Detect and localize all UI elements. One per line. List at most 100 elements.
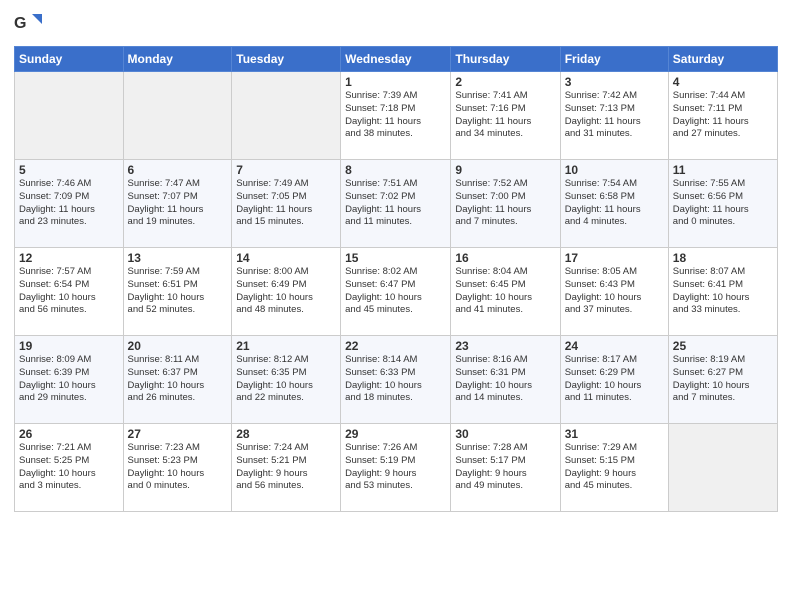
calendar-week-row: 12Sunrise: 7:57 AM Sunset: 6:54 PM Dayli… xyxy=(15,248,778,336)
calendar-day-cell: 8Sunrise: 7:51 AM Sunset: 7:02 PM Daylig… xyxy=(341,160,451,248)
day-info: Sunrise: 7:57 AM Sunset: 6:54 PM Dayligh… xyxy=(19,266,119,317)
calendar-day-cell: 23Sunrise: 8:16 AM Sunset: 6:31 PM Dayli… xyxy=(451,336,560,424)
calendar-week-row: 19Sunrise: 8:09 AM Sunset: 6:39 PM Dayli… xyxy=(15,336,778,424)
day-info: Sunrise: 8:04 AM Sunset: 6:45 PM Dayligh… xyxy=(455,266,555,317)
calendar-day-cell xyxy=(668,424,777,512)
calendar-day-header: Saturday xyxy=(668,47,777,72)
logo-icon: G xyxy=(14,10,42,38)
calendar-day-header: Monday xyxy=(123,47,232,72)
calendar-day-cell: 4Sunrise: 7:44 AM Sunset: 7:11 PM Daylig… xyxy=(668,72,777,160)
day-number: 5 xyxy=(19,163,119,177)
calendar-day-header: Sunday xyxy=(15,47,124,72)
day-info: Sunrise: 7:41 AM Sunset: 7:16 PM Dayligh… xyxy=(455,90,555,141)
day-number: 13 xyxy=(128,251,228,265)
day-number: 27 xyxy=(128,427,228,441)
day-number: 29 xyxy=(345,427,446,441)
day-number: 15 xyxy=(345,251,446,265)
calendar-day-cell: 18Sunrise: 8:07 AM Sunset: 6:41 PM Dayli… xyxy=(668,248,777,336)
day-info: Sunrise: 7:26 AM Sunset: 5:19 PM Dayligh… xyxy=(345,442,446,493)
day-number: 8 xyxy=(345,163,446,177)
calendar-table: SundayMondayTuesdayWednesdayThursdayFrid… xyxy=(14,46,778,512)
calendar-day-cell: 5Sunrise: 7:46 AM Sunset: 7:09 PM Daylig… xyxy=(15,160,124,248)
day-info: Sunrise: 8:14 AM Sunset: 6:33 PM Dayligh… xyxy=(345,354,446,405)
svg-text:G: G xyxy=(14,15,26,32)
day-number: 12 xyxy=(19,251,119,265)
day-number: 25 xyxy=(673,339,773,353)
day-info: Sunrise: 7:46 AM Sunset: 7:09 PM Dayligh… xyxy=(19,178,119,229)
calendar-day-cell: 10Sunrise: 7:54 AM Sunset: 6:58 PM Dayli… xyxy=(560,160,668,248)
calendar-day-header: Wednesday xyxy=(341,47,451,72)
calendar-day-header: Friday xyxy=(560,47,668,72)
day-number: 21 xyxy=(236,339,336,353)
day-info: Sunrise: 7:28 AM Sunset: 5:17 PM Dayligh… xyxy=(455,442,555,493)
calendar-day-cell xyxy=(15,72,124,160)
day-number: 3 xyxy=(565,75,664,89)
logo: G xyxy=(14,10,46,38)
calendar-day-cell: 22Sunrise: 8:14 AM Sunset: 6:33 PM Dayli… xyxy=(341,336,451,424)
day-info: Sunrise: 7:29 AM Sunset: 5:15 PM Dayligh… xyxy=(565,442,664,493)
day-number: 18 xyxy=(673,251,773,265)
day-number: 9 xyxy=(455,163,555,177)
day-info: Sunrise: 8:11 AM Sunset: 6:37 PM Dayligh… xyxy=(128,354,228,405)
day-info: Sunrise: 7:51 AM Sunset: 7:02 PM Dayligh… xyxy=(345,178,446,229)
calendar-day-cell: 31Sunrise: 7:29 AM Sunset: 5:15 PM Dayli… xyxy=(560,424,668,512)
day-info: Sunrise: 7:21 AM Sunset: 5:25 PM Dayligh… xyxy=(19,442,119,493)
calendar-day-cell: 17Sunrise: 8:05 AM Sunset: 6:43 PM Dayli… xyxy=(560,248,668,336)
day-number: 2 xyxy=(455,75,555,89)
day-number: 1 xyxy=(345,75,446,89)
day-number: 6 xyxy=(128,163,228,177)
calendar-day-cell: 16Sunrise: 8:04 AM Sunset: 6:45 PM Dayli… xyxy=(451,248,560,336)
day-number: 24 xyxy=(565,339,664,353)
calendar-day-cell: 14Sunrise: 8:00 AM Sunset: 6:49 PM Dayli… xyxy=(232,248,341,336)
calendar-day-cell: 3Sunrise: 7:42 AM Sunset: 7:13 PM Daylig… xyxy=(560,72,668,160)
calendar-day-cell: 19Sunrise: 8:09 AM Sunset: 6:39 PM Dayli… xyxy=(15,336,124,424)
calendar-day-header: Thursday xyxy=(451,47,560,72)
day-info: Sunrise: 8:19 AM Sunset: 6:27 PM Dayligh… xyxy=(673,354,773,405)
calendar-day-cell: 15Sunrise: 8:02 AM Sunset: 6:47 PM Dayli… xyxy=(341,248,451,336)
day-info: Sunrise: 8:17 AM Sunset: 6:29 PM Dayligh… xyxy=(565,354,664,405)
calendar-week-row: 5Sunrise: 7:46 AM Sunset: 7:09 PM Daylig… xyxy=(15,160,778,248)
day-info: Sunrise: 7:39 AM Sunset: 7:18 PM Dayligh… xyxy=(345,90,446,141)
day-number: 31 xyxy=(565,427,664,441)
header: G xyxy=(14,10,778,38)
calendar-day-cell: 21Sunrise: 8:12 AM Sunset: 6:35 PM Dayli… xyxy=(232,336,341,424)
day-info: Sunrise: 7:44 AM Sunset: 7:11 PM Dayligh… xyxy=(673,90,773,141)
day-info: Sunrise: 7:52 AM Sunset: 7:00 PM Dayligh… xyxy=(455,178,555,229)
calendar-day-cell: 9Sunrise: 7:52 AM Sunset: 7:00 PM Daylig… xyxy=(451,160,560,248)
day-number: 16 xyxy=(455,251,555,265)
day-number: 7 xyxy=(236,163,336,177)
day-info: Sunrise: 7:24 AM Sunset: 5:21 PM Dayligh… xyxy=(236,442,336,493)
day-number: 20 xyxy=(128,339,228,353)
day-info: Sunrise: 8:09 AM Sunset: 6:39 PM Dayligh… xyxy=(19,354,119,405)
day-info: Sunrise: 7:49 AM Sunset: 7:05 PM Dayligh… xyxy=(236,178,336,229)
day-info: Sunrise: 8:00 AM Sunset: 6:49 PM Dayligh… xyxy=(236,266,336,317)
day-number: 4 xyxy=(673,75,773,89)
calendar-week-row: 1Sunrise: 7:39 AM Sunset: 7:18 PM Daylig… xyxy=(15,72,778,160)
day-number: 11 xyxy=(673,163,773,177)
calendar-day-cell: 28Sunrise: 7:24 AM Sunset: 5:21 PM Dayli… xyxy=(232,424,341,512)
day-info: Sunrise: 8:16 AM Sunset: 6:31 PM Dayligh… xyxy=(455,354,555,405)
day-info: Sunrise: 7:55 AM Sunset: 6:56 PM Dayligh… xyxy=(673,178,773,229)
calendar-day-cell: 2Sunrise: 7:41 AM Sunset: 7:16 PM Daylig… xyxy=(451,72,560,160)
calendar-day-cell xyxy=(232,72,341,160)
day-info: Sunrise: 8:07 AM Sunset: 6:41 PM Dayligh… xyxy=(673,266,773,317)
calendar-day-cell: 29Sunrise: 7:26 AM Sunset: 5:19 PM Dayli… xyxy=(341,424,451,512)
calendar-day-cell: 12Sunrise: 7:57 AM Sunset: 6:54 PM Dayli… xyxy=(15,248,124,336)
day-number: 28 xyxy=(236,427,336,441)
day-info: Sunrise: 7:54 AM Sunset: 6:58 PM Dayligh… xyxy=(565,178,664,229)
day-number: 14 xyxy=(236,251,336,265)
day-info: Sunrise: 7:23 AM Sunset: 5:23 PM Dayligh… xyxy=(128,442,228,493)
calendar-day-cell: 1Sunrise: 7:39 AM Sunset: 7:18 PM Daylig… xyxy=(341,72,451,160)
day-info: Sunrise: 7:47 AM Sunset: 7:07 PM Dayligh… xyxy=(128,178,228,229)
calendar-day-cell: 11Sunrise: 7:55 AM Sunset: 6:56 PM Dayli… xyxy=(668,160,777,248)
day-info: Sunrise: 8:12 AM Sunset: 6:35 PM Dayligh… xyxy=(236,354,336,405)
calendar-day-cell: 7Sunrise: 7:49 AM Sunset: 7:05 PM Daylig… xyxy=(232,160,341,248)
day-number: 23 xyxy=(455,339,555,353)
calendar-day-cell: 30Sunrise: 7:28 AM Sunset: 5:17 PM Dayli… xyxy=(451,424,560,512)
calendar-day-cell: 26Sunrise: 7:21 AM Sunset: 5:25 PM Dayli… xyxy=(15,424,124,512)
day-number: 17 xyxy=(565,251,664,265)
day-number: 22 xyxy=(345,339,446,353)
day-number: 30 xyxy=(455,427,555,441)
day-info: Sunrise: 8:02 AM Sunset: 6:47 PM Dayligh… xyxy=(345,266,446,317)
calendar-day-cell: 20Sunrise: 8:11 AM Sunset: 6:37 PM Dayli… xyxy=(123,336,232,424)
